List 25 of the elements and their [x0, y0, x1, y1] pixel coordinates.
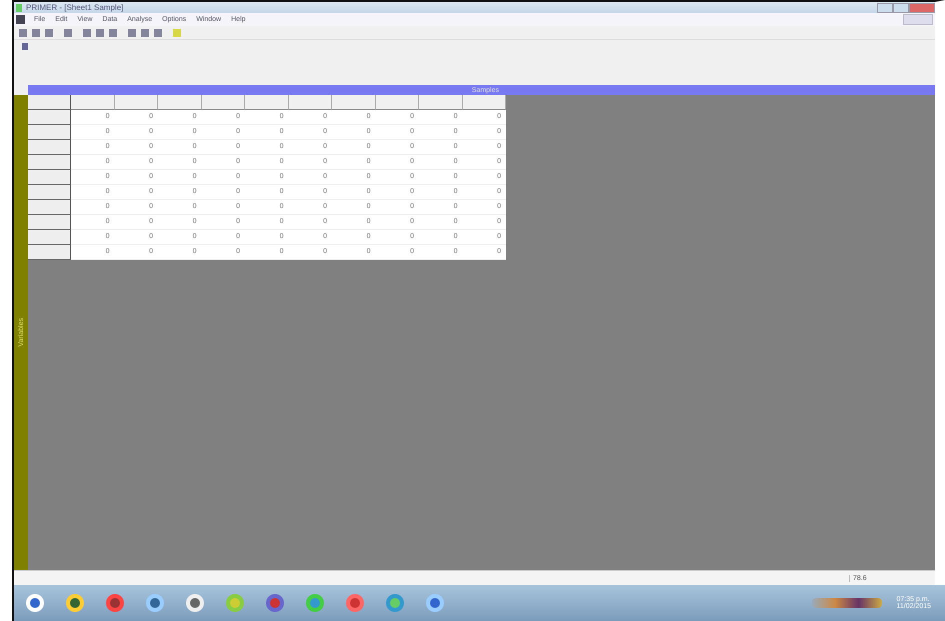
- row-header[interactable]: [28, 125, 71, 140]
- column-header[interactable]: [332, 95, 376, 110]
- row-header[interactable]: [28, 170, 71, 185]
- column-header[interactable]: [71, 95, 114, 110]
- row-header[interactable]: [28, 185, 71, 200]
- minimize-button[interactable]: [877, 2, 893, 12]
- row-header[interactable]: [28, 215, 71, 230]
- column-header[interactable]: [419, 95, 462, 110]
- column-header[interactable]: [376, 95, 419, 110]
- row-header[interactable]: [28, 140, 71, 155]
- row-header[interactable]: [28, 155, 71, 170]
- corner-cell: [28, 95, 71, 110]
- maximize-button[interactable]: [893, 2, 909, 12]
- close-button[interactable]: [909, 2, 935, 12]
- column-header[interactable]: [462, 95, 506, 110]
- column-header[interactable]: [288, 95, 332, 110]
- window-title: PRIMER - [Sheet1 Sample]: [26, 3, 124, 12]
- row-header[interactable]: [28, 245, 71, 260]
- column-header[interactable]: [114, 95, 158, 110]
- column-header[interactable]: [245, 95, 288, 110]
- column-header[interactable]: [202, 95, 245, 110]
- row-header[interactable]: [28, 230, 71, 245]
- row-header[interactable]: [28, 200, 71, 215]
- row-header[interactable]: [28, 110, 71, 125]
- column-header[interactable]: [158, 95, 202, 110]
